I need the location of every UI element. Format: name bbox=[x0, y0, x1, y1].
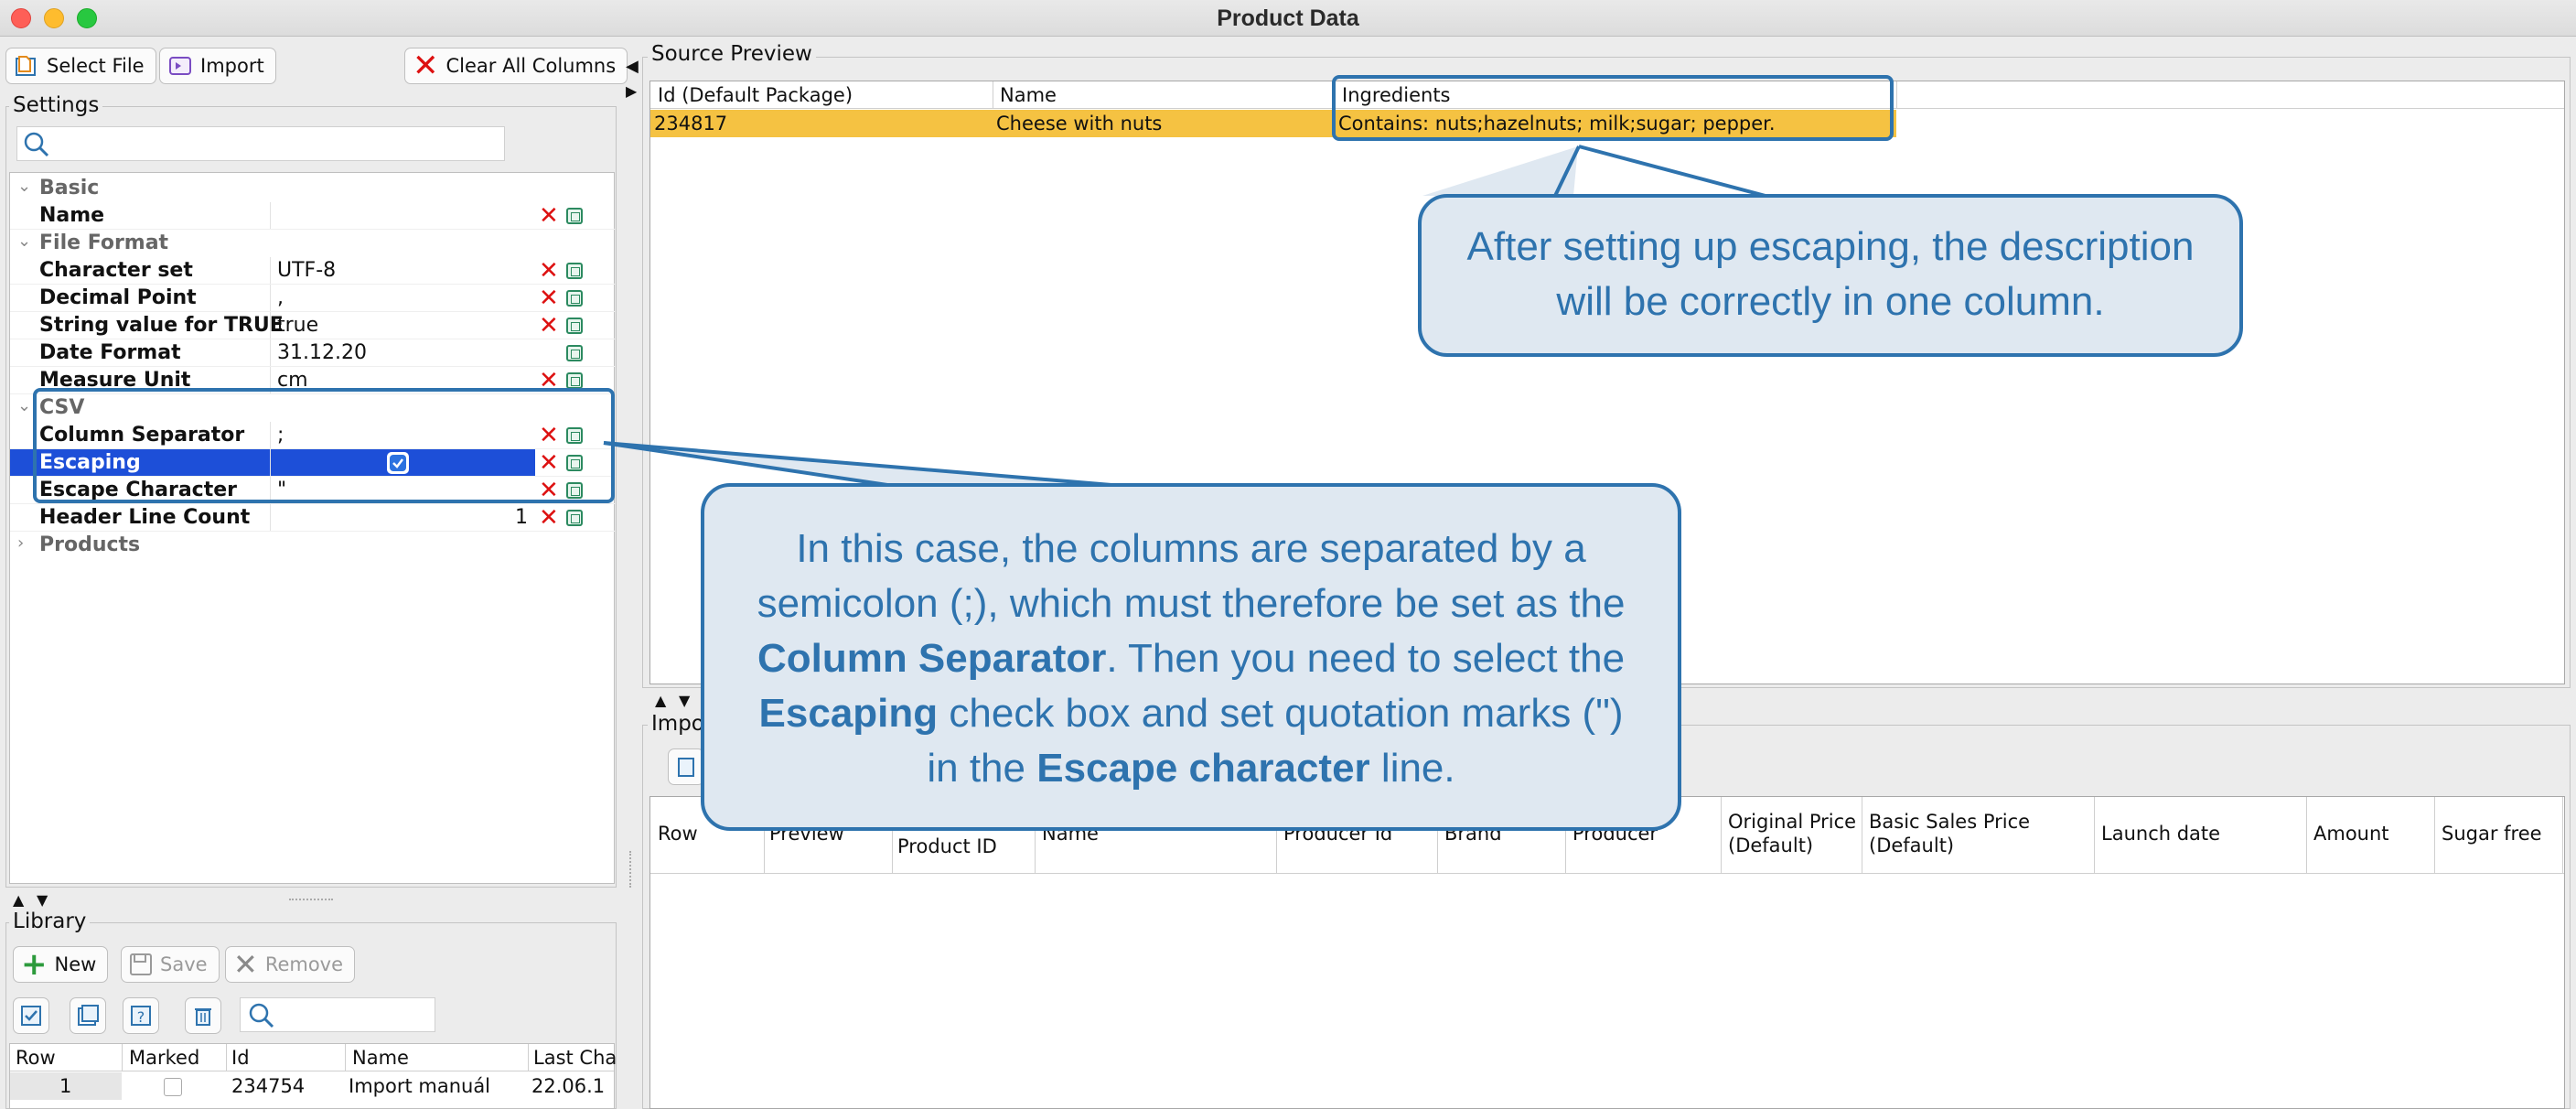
callout-text-1: In this case, the columns are separated … bbox=[757, 526, 1626, 626]
ingredients-highlight bbox=[1332, 75, 1894, 141]
callout-bold-escaping: Escaping bbox=[758, 691, 939, 736]
csv-settings-highlight bbox=[33, 388, 615, 503]
callout-escaping-text: After setting up escaping, the descripti… bbox=[1466, 224, 2195, 324]
callout-text-2: . Then you need to select the bbox=[1106, 636, 1626, 681]
callout-text-4: line. bbox=[1369, 746, 1455, 791]
callout-bold-escape-character: Escape character bbox=[1036, 746, 1370, 791]
callout-escaping-result: After setting up escaping, the descripti… bbox=[1418, 194, 2243, 357]
callout-bold-column-separator: Column Separator bbox=[757, 636, 1107, 681]
callout-csv-instructions: In this case, the columns are separated … bbox=[701, 483, 1681, 831]
